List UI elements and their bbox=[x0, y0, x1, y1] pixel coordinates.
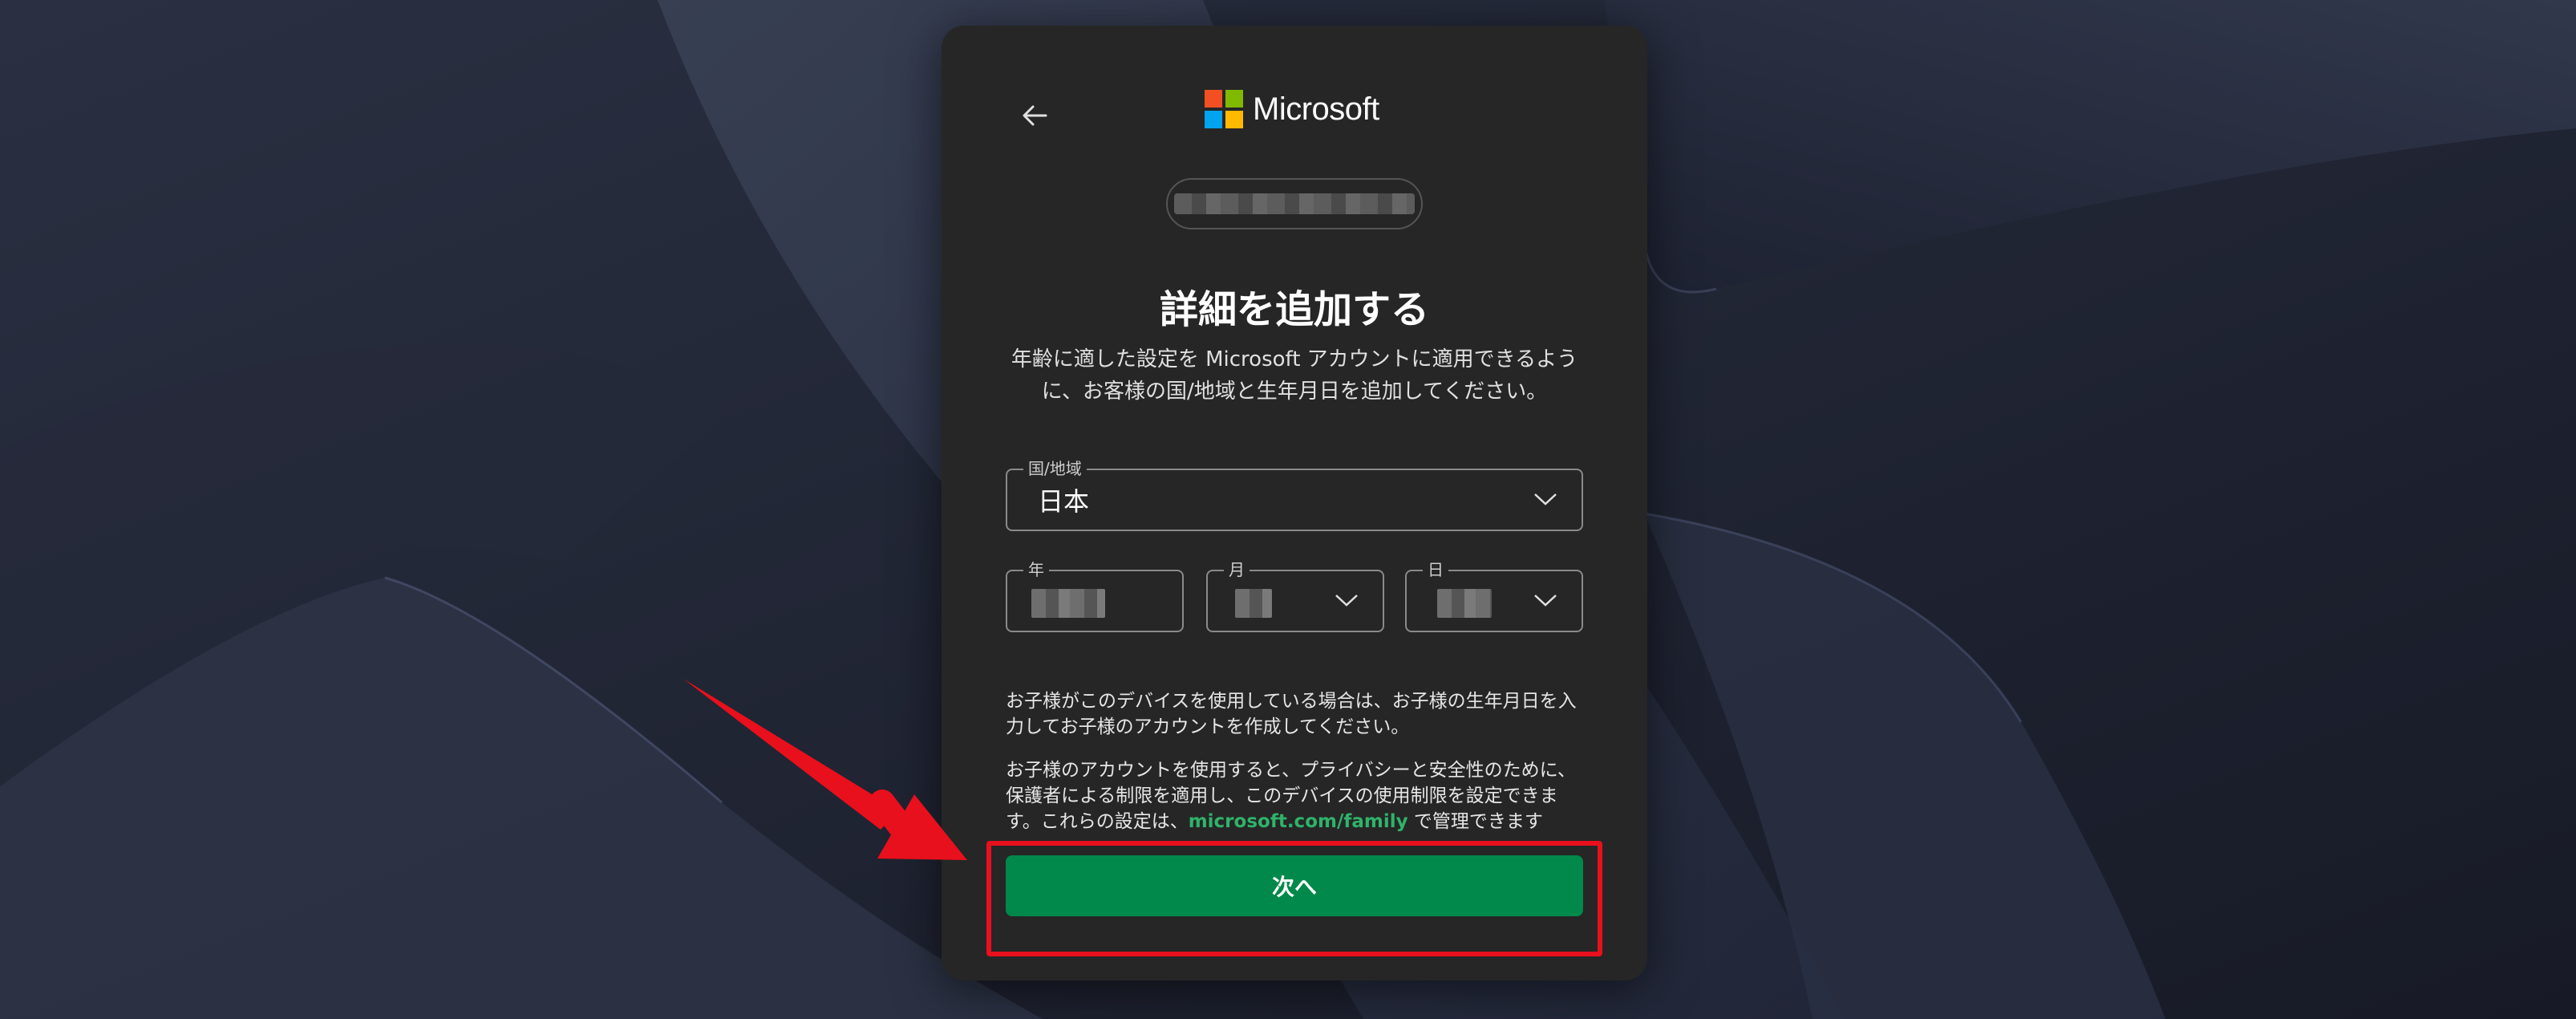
logo-text: Microsoft bbox=[1253, 91, 1379, 127]
family-link[interactable]: microsoft.com/family bbox=[1189, 811, 1408, 832]
masked-email bbox=[1174, 193, 1415, 214]
chevron-down-icon bbox=[1534, 493, 1557, 505]
day-select[interactable]: 日 bbox=[1405, 560, 1583, 632]
chevron-down-icon bbox=[1534, 595, 1557, 607]
year-input[interactable]: 年 bbox=[1006, 560, 1184, 632]
arrow-left-icon bbox=[1023, 105, 1047, 126]
page-title: 詳細を追加する bbox=[1159, 287, 1429, 332]
month-label: 月 bbox=[1224, 560, 1250, 579]
back-button[interactable] bbox=[1006, 87, 1063, 144]
country-value: 日本 bbox=[1038, 486, 1090, 517]
microsoft-logo-icon bbox=[1205, 90, 1243, 128]
account-email-pill bbox=[1166, 178, 1423, 229]
masked-day-value bbox=[1437, 589, 1492, 618]
family-settings-info: お子様のアカウントを使用すると、プライバシーと安全性のために、保護者による制限を… bbox=[1006, 757, 1583, 834]
country-select[interactable]: 国/地域 日本 bbox=[1006, 459, 1583, 531]
chevron-down-icon bbox=[1335, 595, 1358, 607]
microsoft-logo: Microsoft bbox=[1205, 90, 1379, 128]
next-button[interactable]: 次へ bbox=[1006, 855, 1583, 916]
day-label: 日 bbox=[1423, 560, 1448, 579]
country-label: 国/地域 bbox=[1023, 459, 1087, 478]
month-select[interactable]: 月 bbox=[1206, 560, 1384, 632]
family-info-text-end: で管理できます bbox=[1407, 811, 1543, 832]
masked-month-value bbox=[1235, 589, 1272, 618]
year-label: 年 bbox=[1023, 560, 1049, 579]
child-account-info: お子様がこのデバイスを使用している場合は、お子様の生年月日を入力してお子様のアカ… bbox=[1006, 691, 1577, 737]
signin-dialog: Microsoft 詳細を追加する 年齢に適した設定を Microsoft アカ… bbox=[942, 26, 1647, 980]
description-text: 年齢に適した設定を Microsoft アカウントに適用できるように、お客様の国… bbox=[1011, 347, 1578, 404]
masked-year-value bbox=[1031, 589, 1105, 618]
